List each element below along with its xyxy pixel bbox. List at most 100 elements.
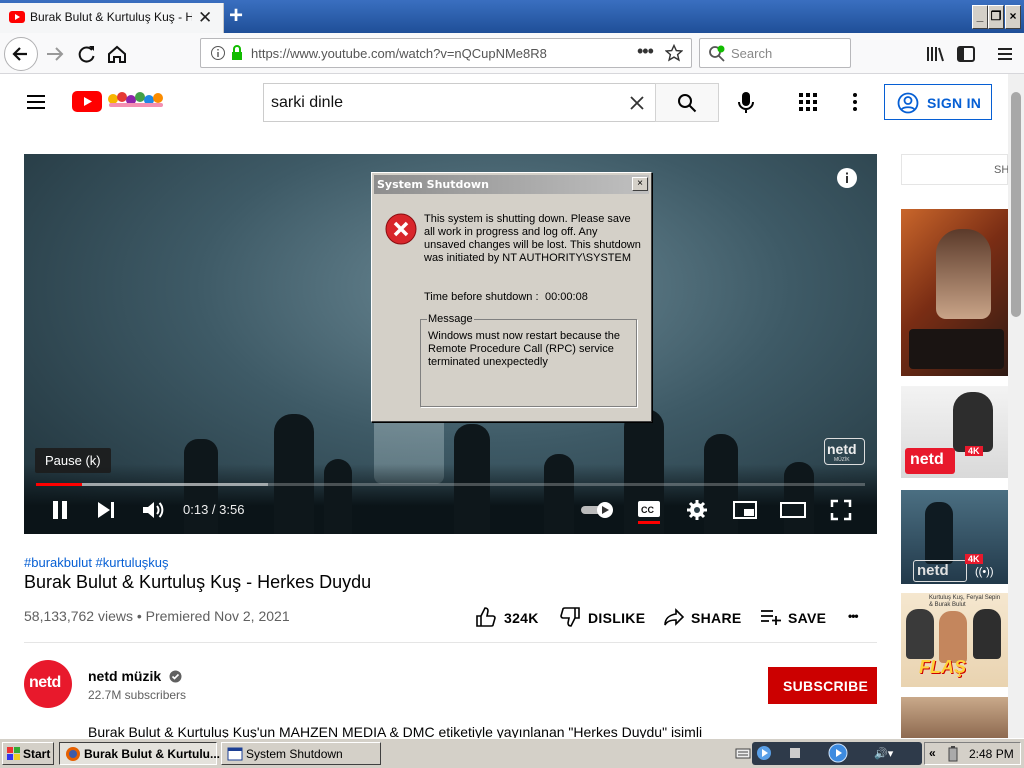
window-close-button[interactable]: × — [1005, 5, 1021, 29]
thumbnail-table — [909, 329, 1004, 369]
library-button[interactable] — [920, 39, 950, 69]
settings-dots-icon[interactable] — [847, 91, 863, 113]
back-button[interactable] — [4, 37, 38, 71]
clock[interactable]: 2:48 PM — [969, 747, 1014, 761]
browser-tab[interactable]: Burak Bulut & Kurtuluş Kuş - Herkes Duyd… — [0, 3, 224, 33]
battery-icon[interactable] — [947, 746, 959, 762]
share-icon — [663, 606, 685, 628]
subscribe-button[interactable]: SUBSCRIBE — [768, 667, 877, 704]
share-button[interactable]: SHARE — [663, 603, 743, 631]
related-video-thumbnail[interactable] — [901, 697, 1008, 738]
video-info-icon[interactable] — [836, 167, 858, 189]
clear-search-icon[interactable] — [628, 94, 646, 112]
autoplay-toggle[interactable] — [580, 501, 616, 519]
thumb-up-icon — [474, 606, 496, 628]
keyboard-icon[interactable] — [735, 746, 751, 760]
forward-button[interactable] — [40, 39, 70, 69]
captions-button[interactable]: CC — [637, 499, 661, 525]
reload-button[interactable] — [72, 39, 102, 69]
stop-icon[interactable] — [790, 748, 800, 758]
dialog-title: System Shutdown — [377, 178, 489, 191]
pause-button[interactable] — [49, 499, 71, 521]
shutdown-message: This system is shutting down. Please sav… — [424, 213, 641, 264]
theater-icon — [780, 502, 806, 518]
library-icon — [927, 47, 944, 62]
volume-icon — [143, 502, 164, 518]
home-icon — [108, 45, 126, 63]
youtube-logo-icon[interactable] — [72, 91, 102, 112]
tray-expand-icon[interactable]: « — [929, 746, 936, 760]
related-video-thumbnail[interactable]: netd 4K — [901, 386, 1008, 478]
search-button[interactable] — [655, 83, 719, 122]
related-filter-chip[interactable]: SH — [901, 154, 1010, 185]
youtube-search-input[interactable]: sarki dinle — [263, 83, 656, 122]
tab-close-icon[interactable]: ✕ — [198, 8, 212, 28]
more-actions-button[interactable]: ••• — [846, 603, 876, 631]
sidebar-button[interactable] — [951, 39, 981, 69]
page-scrollbar[interactable] — [1008, 74, 1024, 738]
dialog-close-button[interactable]: × — [632, 177, 648, 191]
restore-button[interactable]: ❐ — [988, 5, 1004, 29]
4k-badge: 4K — [965, 446, 983, 456]
start-button[interactable]: Start — [2, 742, 54, 765]
menu-button[interactable] — [990, 39, 1020, 69]
dialog-titlebar[interactable]: System Shutdown × — [374, 175, 649, 194]
volume-icon[interactable]: 🔊▾ — [874, 747, 893, 760]
video-hashtags[interactable]: #burakbulut #kurtuluşkuş — [24, 555, 169, 570]
channel-avatar[interactable]: netd — [24, 660, 72, 708]
search-query: sarki dinle — [271, 94, 344, 111]
home-button[interactable] — [102, 39, 132, 69]
dislike-button[interactable]: DISLIKE — [560, 603, 645, 631]
lock-icon[interactable] — [230, 44, 244, 62]
play-icon[interactable] — [828, 743, 848, 763]
taskbar-shutdown-button[interactable]: System Shutdown — [221, 742, 381, 765]
miniplayer-icon — [733, 501, 757, 519]
voice-search-icon[interactable] — [737, 91, 755, 115]
sidebar-icon — [957, 46, 975, 62]
system-tray: « 2:48 PM — [924, 742, 1021, 765]
minimize-button[interactable]: _ — [972, 5, 988, 29]
theater-mode-button[interactable] — [780, 501, 806, 519]
account-icon — [897, 92, 919, 114]
like-count: 324K — [504, 610, 539, 626]
like-button[interactable]: 324K — [474, 603, 544, 631]
error-icon — [385, 213, 417, 245]
progress-bar[interactable] — [36, 483, 865, 486]
miniplayer-button[interactable] — [733, 500, 757, 520]
doodle-logo[interactable] — [107, 88, 165, 110]
url-bar[interactable]: https://www.youtube.com/watch?v=nQCupNMe… — [200, 38, 692, 68]
volume-button[interactable] — [141, 499, 165, 521]
page-actions-icon[interactable]: ••• — [637, 41, 654, 62]
info-icon[interactable] — [210, 45, 226, 61]
bookmark-star-icon[interactable] — [665, 44, 683, 62]
channel-name: netd müzik — [88, 668, 162, 684]
related-video-thumbnail[interactable] — [901, 209, 1008, 376]
watermark-text: netd — [827, 441, 857, 457]
related-video-thumbnail[interactable]: netd 4K ((•)) — [901, 490, 1008, 584]
settings-button[interactable] — [686, 499, 708, 521]
taskbar-firefox-button[interactable]: Burak Bulut & Kurtulu... — [59, 742, 220, 765]
tab-title: Burak Bulut & Kurtuluş Kuş - Herkes Duyd… — [30, 10, 192, 24]
sign-in-button[interactable]: SIGN IN — [884, 84, 992, 120]
save-button[interactable]: SAVE — [760, 603, 830, 631]
subscribe-label: SUBSCRIBE — [783, 678, 869, 694]
navigation-toolbar: https://www.youtube.com/watch?v=nQCupNMe… — [0, 33, 1024, 74]
played-fill — [36, 483, 82, 486]
media-player-toolbar[interactable]: 🔊▾ — [752, 742, 922, 765]
related-video-thumbnail[interactable]: Kurtuluş Kuş, Feryal Sepin & Burak Bulut… — [901, 593, 1008, 687]
taskbar-shutdown-label: System Shutdown — [246, 747, 343, 761]
captions-icon: CC — [638, 501, 660, 524]
svg-text:CC: CC — [641, 505, 654, 515]
next-button[interactable] — [95, 500, 117, 520]
live-icon: ((•)) — [975, 566, 994, 578]
apps-grid-icon[interactable] — [798, 92, 818, 112]
chess-piece — [274, 414, 314, 534]
guide-menu-icon[interactable] — [24, 90, 48, 114]
related-filter-label: SH — [994, 164, 1010, 176]
browser-search-field[interactable]: Search — [699, 38, 851, 68]
new-tab-button[interactable]: + — [229, 2, 243, 30]
scrollbar-thumb[interactable] — [1011, 92, 1021, 317]
thumbnail-caption: Kurtuluş Kuş, Feryal Sepin & Burak Bulut — [929, 595, 1001, 608]
fullscreen-button[interactable] — [830, 499, 852, 521]
channel-name-row[interactable]: netd müzik — [88, 668, 182, 684]
